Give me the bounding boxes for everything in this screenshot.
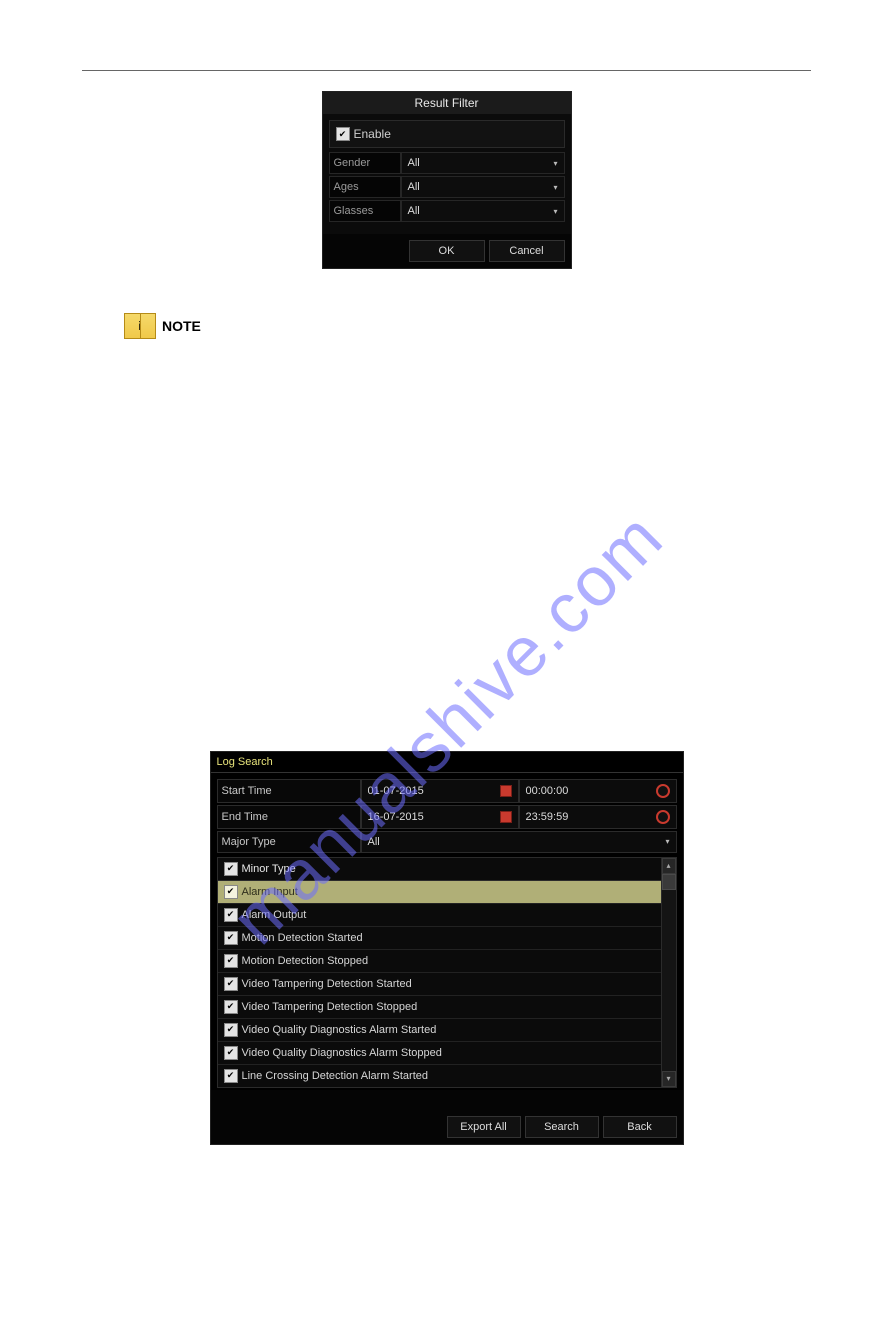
glasses-label: Glasses	[329, 200, 401, 222]
note-text: The face detection is not supported by H…	[82, 349, 811, 371]
result-filter-dialog: Result Filter ✔ Enable Gender All ▾ Ages…	[322, 91, 572, 269]
search-button[interactable]: Search	[525, 1116, 599, 1138]
log-search-title: Log Search	[211, 752, 683, 773]
page-number: 117	[0, 1247, 893, 1263]
list-item[interactable]: ✔ Motion Detection Stopped	[218, 950, 661, 973]
start-time-row: Start Time 01-07-2015 00:00:00	[217, 779, 677, 803]
scroll-thumb[interactable]	[662, 874, 676, 890]
calendar-icon[interactable]	[500, 785, 512, 797]
purpose-label: Purpose	[82, 483, 811, 505]
result-filter-title: Result Filter	[323, 92, 571, 114]
checkbox-icon[interactable]: ✔	[224, 1000, 238, 1014]
back-button[interactable]: Back	[603, 1116, 677, 1138]
chevron-down-icon: ▾	[553, 159, 557, 168]
checkbox-icon[interactable]: ✔	[224, 908, 238, 922]
note-icon: i	[124, 313, 156, 339]
end-date-field[interactable]: 16-07-2015	[361, 805, 519, 829]
checkbox-icon[interactable]: ✔	[224, 1046, 238, 1060]
checkbox-icon[interactable]: ✔	[224, 977, 238, 991]
checkbox-icon[interactable]: ✔	[224, 862, 238, 876]
start-date-field[interactable]: 01-07-2015	[361, 779, 519, 803]
list-item[interactable]: ✔ Video Quality Diagnostics Alarm Starte…	[218, 1019, 661, 1042]
top-rule	[82, 70, 811, 71]
list-item[interactable]: ✔ Video Quality Diagnostics Alarm Stoppe…	[218, 1042, 661, 1065]
scroll-up-icon[interactable]: ▴	[662, 858, 676, 874]
step4-label: Step 4	[82, 1188, 122, 1204]
glasses-row: Glasses All ▾	[329, 200, 565, 222]
gender-row: Gender All ▾	[329, 152, 565, 174]
list-item[interactable]: ✔ Alarm Input	[218, 881, 661, 904]
minor-type-header[interactable]: ✔ Minor Type	[218, 858, 661, 881]
checkbox-icon[interactable]: ✔	[224, 1023, 238, 1037]
end-time-row: End Time 16-07-2015 23:59:59	[217, 805, 677, 829]
minor-type-list: ✔ Minor Type ✔ Alarm Input ✔ Alarm Outpu…	[217, 857, 677, 1088]
gender-select[interactable]: All ▾	[401, 152, 565, 174]
major-type-select[interactable]: All ▾	[361, 831, 677, 853]
export-all-button[interactable]: Export All	[447, 1116, 521, 1138]
subsection-heading-2: Backing up using USB flash drives and US…	[82, 571, 811, 593]
list-item[interactable]: ✔ Motion Detection Started	[218, 927, 661, 950]
end-time-field[interactable]: 23:59:59	[519, 805, 677, 829]
checkbox-icon[interactable]: ✔	[224, 931, 238, 945]
clock-icon[interactable]	[656, 784, 670, 798]
list-item[interactable]: ✔ Line Crossing Detection Alarm Started	[218, 1065, 661, 1087]
major-type-row: Major Type All ▾	[217, 831, 677, 853]
list-item[interactable]: ✔ Video Tampering Detection Stopped	[218, 996, 661, 1019]
chevron-down-icon: ▾	[553, 207, 557, 216]
section-heading: 6.2 Backing up Record Files	[82, 401, 811, 432]
step2-text: Select the cameras to search.	[126, 671, 311, 687]
cancel-button[interactable]: Cancel	[489, 240, 565, 262]
chevron-down-icon: ▾	[665, 837, 669, 846]
step1-label: Step 1	[82, 606, 122, 622]
ok-button[interactable]: OK	[409, 240, 485, 262]
major-type-label: Major Type	[217, 831, 361, 853]
step1-path: Menu>Export>Normal/Picture	[130, 635, 811, 657]
chevron-down-icon: ▾	[553, 183, 557, 192]
subsection-heading-1: 6.2.1 Backing up by Normal Video/Picture…	[82, 450, 811, 473]
scroll-down-icon[interactable]: ▾	[662, 1071, 676, 1087]
checkbox-icon[interactable]: ✔	[224, 1069, 238, 1083]
figure-caption-1: Figure 6-32 Result Filter	[0, 279, 893, 295]
checkbox-icon[interactable]: ✔	[224, 954, 238, 968]
glasses-select[interactable]: All ▾	[401, 200, 565, 222]
start-time-field[interactable]: 00:00:00	[519, 779, 677, 803]
gender-label: Gender	[329, 152, 401, 174]
step3-text: Set search condition and click Search bu…	[82, 703, 791, 741]
ages-row: Ages All ▾	[329, 176, 565, 198]
calendar-icon[interactable]	[500, 811, 512, 823]
enable-row[interactable]: ✔ Enable	[329, 120, 565, 148]
enable-label: Enable	[354, 127, 391, 141]
end-time-label: End Time	[217, 805, 361, 829]
list-item[interactable]: ✔ Video Tampering Detection Started	[218, 973, 661, 996]
ages-select[interactable]: All ▾	[401, 176, 565, 198]
step1-text: Enter Export interface.	[126, 606, 265, 622]
checkbox-icon[interactable]: ✔	[336, 127, 350, 141]
start-time-label: Start Time	[217, 779, 361, 803]
list-item[interactable]: ✔ Alarm Output	[218, 904, 661, 927]
scrollbar[interactable]: ▴ ▾	[661, 858, 676, 1087]
figure-caption-2: Figure 6-33 Normal Video Search for Back…	[0, 1151, 893, 1167]
note-label: NOTE	[162, 318, 201, 334]
clock-icon[interactable]	[656, 810, 670, 824]
purpose-text: The record files or pictures can be back…	[82, 516, 811, 561]
step4-text: Select video files or pictures from the …	[126, 1188, 498, 1204]
step2-label: Step 2	[82, 671, 122, 687]
checkbox-icon[interactable]: ✔	[224, 885, 238, 899]
step3-label: Step 3	[82, 703, 122, 719]
log-search-panel: Log Search Start Time 01-07-2015 00:00:0…	[210, 751, 684, 1145]
ages-label: Ages	[329, 176, 401, 198]
